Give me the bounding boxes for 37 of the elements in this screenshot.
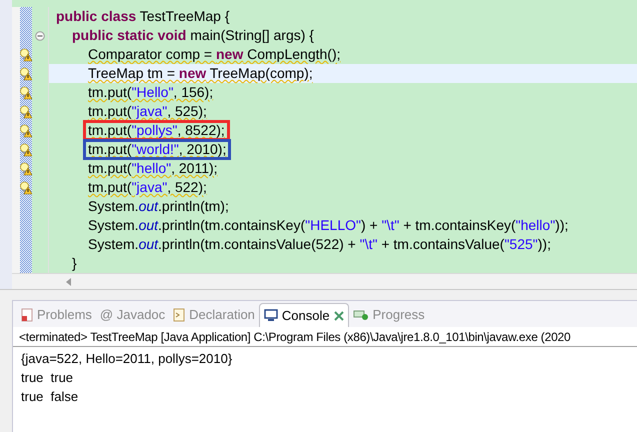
code-line: System.out.println(tm.containsValue(522) + "\t" + tm.containsValue("525")); — [87, 235, 552, 254]
warning-bulb-icon — [20, 124, 32, 138]
code-line: tm.put("java", 522); — [87, 178, 208, 197]
code-line: tm.put("pollys", 8522); — [49, 121, 637, 140]
monitor-icon — [264, 309, 278, 322]
warning-bulb-icon — [20, 162, 32, 176]
code-line: tm.put("Hello", 156); — [87, 83, 214, 102]
console-output-line: true true — [21, 369, 74, 387]
warning-bulb-icon — [20, 66, 32, 80]
code-line: tm.put("world!", 2010); — [49, 140, 637, 159]
progress-icon — [352, 309, 369, 321]
panel-tab[interactable]: Console — [258, 303, 349, 327]
collapse-icon[interactable] — [35, 30, 45, 40]
code-line: public class TestTreeMap { — [55, 7, 231, 26]
code-line: tm.put("java", 525); — [87, 102, 208, 121]
panel-tab[interactable]: Declaration — [169, 303, 259, 327]
code-line: } — [71, 254, 78, 273]
panel-tab[interactable]: Progress — [348, 303, 429, 327]
code-line: public static void main(String[] args) { — [71, 26, 315, 45]
problems-icon — [21, 308, 33, 322]
warning-bulb-icon — [20, 180, 32, 194]
warning-bulb-icon — [20, 142, 32, 156]
scroll-left-icon[interactable] — [66, 278, 72, 286]
code-line: System.out.println(tm); — [87, 197, 230, 216]
code-line: tm.put("hello", 2011); — [87, 159, 219, 178]
console-header: <terminated> TestTreeMap [Java Application] C:\Program Files (x86)\Java\jre1.8.0_101\bin\javaw.exe (2020 — [19, 328, 571, 346]
warning-bulb-icon — [20, 86, 32, 100]
panel-tab[interactable]: Problems — [17, 303, 96, 327]
code-line: System.out.println(tm.containsKey("HELLO") + "\t" + tm.containsKey("hello")); — [87, 216, 570, 235]
code-line: Comparator comp = new CompLength(); — [87, 45, 342, 64]
close-icon[interactable] — [334, 310, 344, 320]
console-output-line: {java=522, Hello=2011, pollys=2010} — [21, 350, 234, 368]
document-icon — [173, 308, 186, 322]
warning-bulb-icon — [20, 48, 32, 62]
warning-bulb-icon — [20, 104, 32, 118]
console-output-line: true false — [21, 388, 80, 406]
panel-tab[interactable]: @ Javadoc — [96, 303, 170, 327]
